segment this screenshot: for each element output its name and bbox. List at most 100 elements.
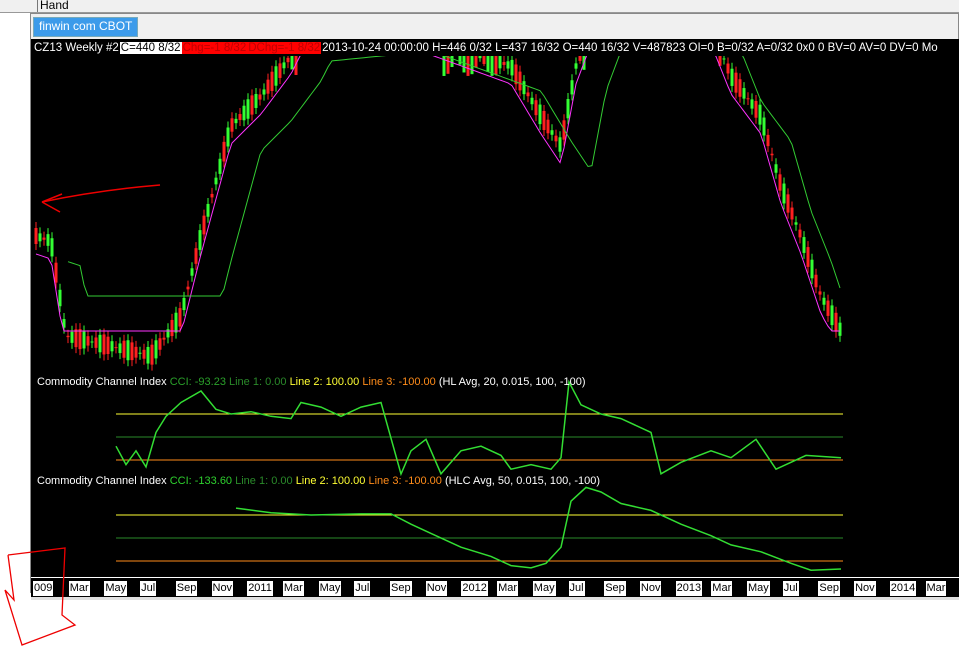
tab-finwin-cbot[interactable]: finwin com CBOT (33, 17, 139, 37)
price-candle (770, 153, 774, 156)
axis-label: Jul (782, 581, 799, 596)
price-candle (482, 56, 486, 64)
price-candle (90, 341, 94, 343)
price-candle (826, 300, 830, 316)
price-candle (146, 346, 150, 364)
price-candle (266, 79, 270, 94)
price-candle (118, 343, 122, 354)
price-candle (722, 58, 726, 60)
axis-label: May (104, 581, 128, 596)
price-candle (190, 268, 194, 276)
price-candle (502, 61, 506, 65)
price-candle (42, 237, 46, 240)
menu-item-hand[interactable]: Hand (37, 0, 69, 12)
daily-change-value: DChg=-1 8/32 (247, 42, 322, 54)
price-candle (758, 104, 762, 125)
price-candle (258, 94, 262, 100)
symbol-label: CZ13 Weekly #2 (34, 42, 119, 54)
price-candle (578, 56, 582, 61)
close-value: C=440 8/32 (119, 42, 182, 54)
price-candle (46, 234, 50, 246)
axis-label: Mar (68, 581, 90, 596)
price-candle (126, 340, 130, 361)
price-candle (70, 331, 74, 343)
price-candle (110, 341, 114, 352)
price-candle (542, 110, 546, 131)
price-candle (550, 130, 554, 135)
price-candle (122, 340, 126, 358)
price-candle (78, 329, 82, 350)
price-candle (566, 99, 570, 119)
axis-label: 2011 (247, 581, 273, 596)
price-candle (94, 337, 98, 348)
price-candle (774, 164, 778, 173)
price-candle (506, 61, 510, 69)
lower-band-line (35, 56, 840, 332)
price-candle (806, 247, 810, 267)
axis-label: Nov (211, 581, 234, 596)
price-candle (74, 329, 78, 348)
price-chart[interactable] (31, 56, 959, 577)
price-candle (810, 259, 814, 279)
price-candle (530, 97, 534, 105)
price-candle (498, 56, 502, 69)
quote-header: CZ13 Weekly #2 C=440 8/32 Chg=-1 8/32 DChg=… (33, 41, 939, 56)
price-candle (730, 68, 734, 86)
menu-bar: Hand (0, 0, 959, 13)
price-candle (534, 100, 538, 116)
axis-label: 2014 (889, 581, 917, 596)
price-candle (170, 319, 174, 337)
price-candle (782, 183, 786, 204)
price-candle (198, 230, 202, 250)
price-candle (154, 340, 158, 359)
cci1-params: (HL Avg, 20, 0.015, 100, -100) (438, 376, 586, 388)
price-candle (466, 56, 470, 76)
price-candle (54, 262, 58, 283)
price-candle (230, 118, 234, 132)
price-candle (462, 56, 466, 73)
price-candle (726, 63, 730, 74)
change-value: Chg=-1 8/32 (181, 42, 248, 54)
price-candle (82, 331, 86, 349)
price-candle (834, 312, 838, 332)
price-candle (242, 105, 246, 121)
price-candle (754, 100, 758, 118)
axis-label: Mar (282, 581, 304, 596)
axis-label: May (747, 581, 770, 596)
price-candle (778, 174, 782, 191)
price-candle (274, 66, 278, 86)
price-candle (790, 207, 794, 220)
price-candle (822, 297, 826, 305)
price-candle (106, 336, 110, 354)
price-candle (102, 334, 106, 355)
price-candle (254, 94, 258, 108)
price-candle (450, 56, 454, 68)
price-candle (150, 344, 154, 365)
axis-label: Sep (390, 581, 412, 596)
price-candle (818, 291, 822, 295)
price-candle (270, 71, 274, 91)
price-candle (786, 194, 790, 213)
cci1-line2: Line 2: 100.00 (289, 376, 360, 388)
price-candle (798, 229, 802, 238)
price-candle (794, 222, 798, 225)
axis-label: Mar (925, 581, 947, 596)
axis-label: Nov (854, 581, 876, 596)
time-axis[interactable]: 009 Mar May Jul Sep Nov 2011 Mar May Jul Sep Nov 201… (31, 577, 959, 597)
price-candle (570, 80, 574, 95)
price-candle (246, 99, 250, 119)
price-candle (458, 56, 462, 65)
price-candle (50, 238, 54, 257)
price-candle (34, 228, 38, 244)
cci1-line3: Line 3: -100.00 (362, 376, 436, 388)
price-candle (522, 81, 526, 95)
price-candle (262, 89, 266, 95)
cci2-series (235, 486, 842, 571)
axis-label: Jul (568, 581, 585, 596)
price-candle (238, 114, 242, 120)
cci2-name: Commodity Channel Index (37, 475, 167, 487)
price-candle (282, 62, 286, 69)
price-candle (182, 297, 186, 311)
price-candle (218, 158, 222, 174)
price-candle (98, 334, 102, 353)
